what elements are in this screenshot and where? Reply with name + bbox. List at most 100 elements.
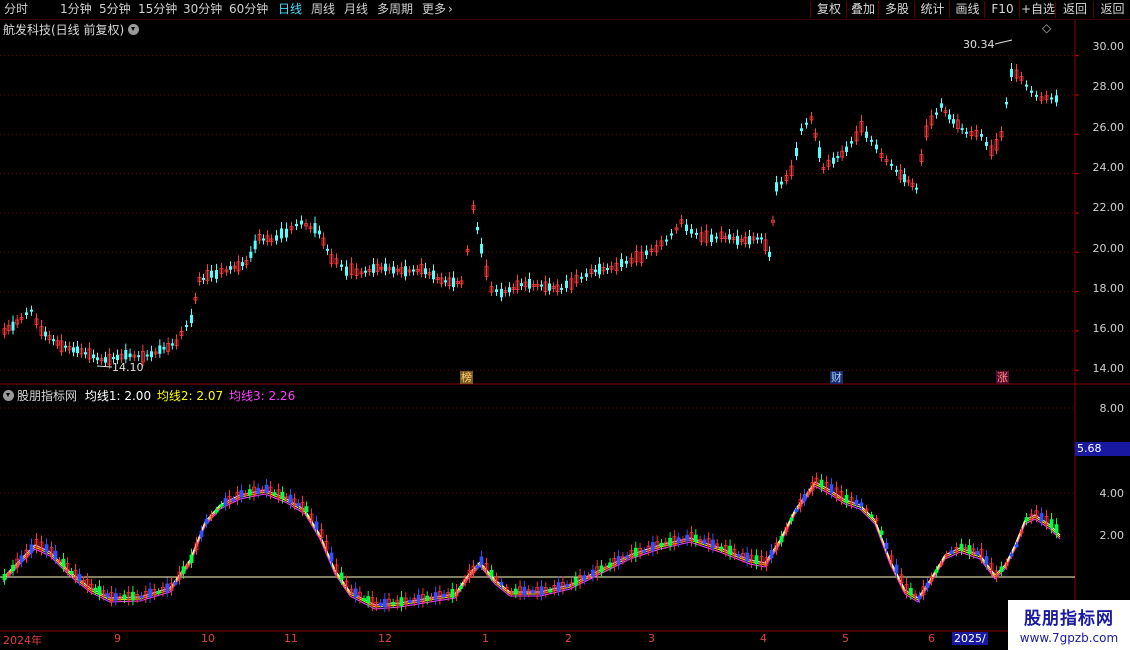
candle-body	[915, 187, 918, 190]
candle-body	[594, 269, 597, 273]
candle-body	[392, 266, 395, 274]
indicator-bar	[44, 544, 49, 553]
candle-body	[64, 345, 67, 348]
indicator-tick: 8.00	[1099, 402, 1125, 415]
high-price-label: 30.34	[963, 38, 995, 51]
indicator-bar	[353, 588, 358, 598]
candle-body	[715, 236, 718, 239]
indicator-bar	[256, 487, 261, 494]
candle-body	[836, 156, 840, 159]
candle-body	[215, 270, 218, 279]
list-badge[interactable]: 榜	[460, 371, 473, 384]
diamond-icon[interactable]: ◇	[1042, 21, 1051, 35]
current-value-badge: 5.68	[1075, 442, 1130, 456]
indicator-bar	[854, 499, 859, 506]
indicator-bar	[131, 591, 135, 601]
x-axis-label: 3	[648, 632, 655, 645]
chevron-down-circle-icon[interactable]	[128, 24, 140, 35]
indicator-bar	[53, 550, 58, 559]
candle-body	[670, 233, 673, 236]
indicator-bar	[366, 596, 371, 604]
candle-body	[432, 270, 435, 280]
candle-body	[500, 288, 503, 298]
candle-body	[452, 277, 455, 288]
indicator-bar	[247, 489, 252, 496]
indicator-tick: 2.00	[1099, 529, 1125, 542]
candle-body	[645, 250, 648, 256]
candle-body	[695, 232, 698, 235]
candle-body	[850, 141, 853, 144]
candle-body	[128, 353, 132, 358]
indicator-bar	[975, 551, 980, 556]
kline-chart-svg[interactable]	[0, 0, 1130, 650]
candle-body	[625, 260, 628, 264]
indicator-bar	[408, 600, 412, 603]
ma2-label: 均线2:	[156, 389, 193, 403]
indicator-bar	[231, 498, 236, 502]
indicator-bar	[272, 492, 277, 496]
candle-body	[985, 142, 988, 146]
candle-body	[158, 345, 162, 354]
candle-body	[952, 119, 955, 124]
candle-body	[202, 277, 205, 280]
indicator-bar	[329, 552, 334, 562]
candle-body	[295, 223, 298, 227]
indicator-bar	[391, 602, 396, 605]
indicator-title-bar: 股朋指标网 均线1: 2.00 均线2: 2.07 均线3: 2.26	[3, 387, 295, 404]
indicator-bar	[522, 586, 527, 595]
candle-body	[229, 266, 232, 270]
stock-title: 航发科技(日线 前复权)	[3, 23, 125, 37]
candle-body	[845, 146, 848, 153]
candle-body	[280, 228, 283, 239]
indicator-bar	[917, 595, 922, 600]
candle-body	[528, 278, 531, 289]
indicator-bar	[719, 546, 724, 550]
candle-body	[104, 357, 107, 363]
indicator-bar	[908, 588, 913, 596]
candle-body	[318, 230, 321, 235]
candle-body	[1055, 95, 1058, 103]
candle-body	[748, 236, 751, 245]
x-axis-label: 9	[114, 632, 121, 645]
indicator-bar	[685, 534, 690, 542]
candle-body	[1030, 90, 1033, 93]
indicator-bar	[204, 518, 209, 524]
indicator-bar	[148, 588, 152, 598]
candle-body	[736, 235, 739, 245]
candle-body	[162, 346, 166, 350]
candle-body	[384, 263, 387, 272]
candle-body	[72, 347, 75, 353]
candle-body	[756, 237, 759, 240]
candle-body	[780, 181, 783, 185]
indicator-bar	[489, 569, 494, 577]
indicator-bar	[642, 550, 647, 553]
indicator-bar	[280, 491, 285, 499]
indicator-bar	[442, 593, 446, 598]
indicator-bar	[513, 588, 518, 594]
x-axis-label: 11	[284, 632, 298, 645]
indicator-bar	[475, 565, 480, 569]
candle-body	[800, 128, 803, 132]
candle-body	[424, 268, 427, 275]
candle-body	[112, 357, 115, 360]
indicator-bar	[61, 558, 66, 567]
finance-badge[interactable]: 财	[830, 371, 843, 384]
chevron-down-circle-icon[interactable]	[3, 390, 14, 401]
indicator-bar	[1049, 519, 1054, 529]
indicator-bar	[894, 564, 899, 573]
candle-body	[92, 354, 95, 359]
candle-body	[275, 235, 278, 241]
indicator-bar	[1014, 544, 1019, 548]
indicator-bar	[702, 539, 707, 544]
indicator-bar	[113, 593, 118, 601]
indicator-bar	[769, 549, 774, 559]
candle-body	[818, 147, 821, 158]
indicator-bar	[676, 537, 681, 544]
indicator-bar	[1039, 513, 1044, 522]
candle-body	[495, 289, 498, 292]
limit-up-badge[interactable]: 涨	[996, 371, 1009, 384]
candle-body	[249, 251, 253, 258]
indicator-bar	[819, 479, 824, 488]
candle-body	[1005, 101, 1008, 105]
candle-body	[96, 357, 99, 361]
